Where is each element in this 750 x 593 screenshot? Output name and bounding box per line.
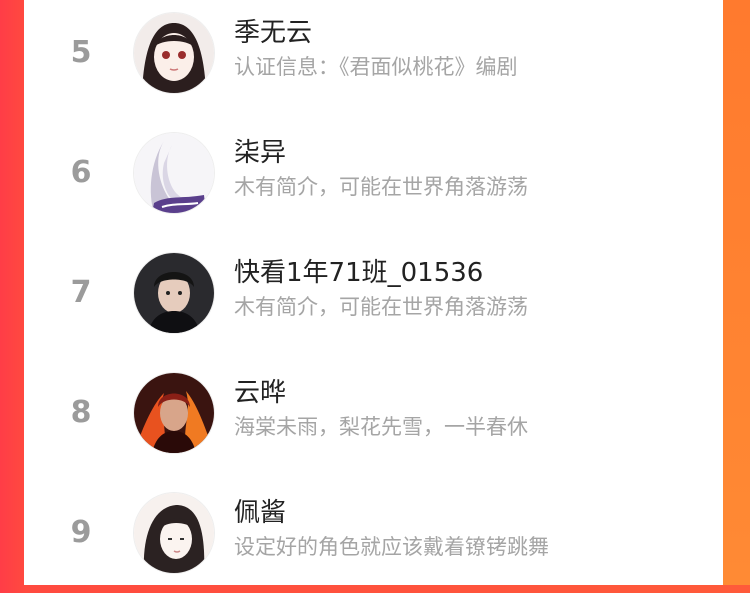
user-name[interactable]: 佩酱 — [234, 497, 286, 529]
user-description: 认证信息：《君面似桃花》编剧 — [234, 55, 518, 79]
rank-number: 6 — [70, 155, 92, 190]
user-description: 木有简介，可能在世界角落游荡 — [234, 295, 528, 319]
ranking-row[interactable]: 6 柒异 木有简介，可能在世界角落游荡 — [24, 113, 723, 233]
ranking-row[interactable]: 8 云晔 海棠未雨，梨花先雪，一半春休 — [24, 353, 723, 473]
anime-girl-avatar-icon[interactable] — [134, 13, 214, 93]
dark-hair-boy-avatar-icon[interactable] — [134, 253, 214, 333]
user-description: 设定好的角色就应该戴着镣铐跳舞 — [234, 535, 549, 559]
user-name[interactable]: 柒异 — [234, 137, 286, 169]
ranking-row[interactable]: 9 佩酱 设定好的角色就应该戴着镣铐跳舞 — [24, 473, 723, 593]
rank-number: 5 — [70, 35, 92, 70]
fire-character-avatar-icon[interactable] — [134, 373, 214, 453]
user-name[interactable]: 云晔 — [234, 377, 286, 409]
silver-hair-avatar-icon[interactable] — [134, 133, 214, 213]
right-edge-gradient — [722, 0, 750, 585]
sketch-girl-avatar-icon[interactable] — [134, 493, 214, 573]
ranking-list: 5 季无云 认证信息：《君面似桃花》编剧 6 柒异 木有简介，可能在世界角落游荡… — [24, 0, 723, 585]
user-description: 海棠未雨，梨花先雪，一半春休 — [234, 415, 528, 439]
user-description: 木有简介，可能在世界角落游荡 — [234, 175, 528, 199]
user-name[interactable]: 季无云 — [234, 17, 312, 49]
user-name[interactable]: 快看1年71班_01536 — [234, 257, 483, 289]
rank-number: 7 — [70, 275, 92, 310]
rank-number: 9 — [70, 515, 92, 550]
rank-number: 8 — [70, 395, 92, 430]
ranking-row[interactable]: 5 季无云 认证信息：《君面似桃花》编剧 — [24, 0, 723, 113]
ranking-row[interactable]: 7 快看1年71班_01536 木有简介，可能在世界角落游荡 — [24, 233, 723, 353]
